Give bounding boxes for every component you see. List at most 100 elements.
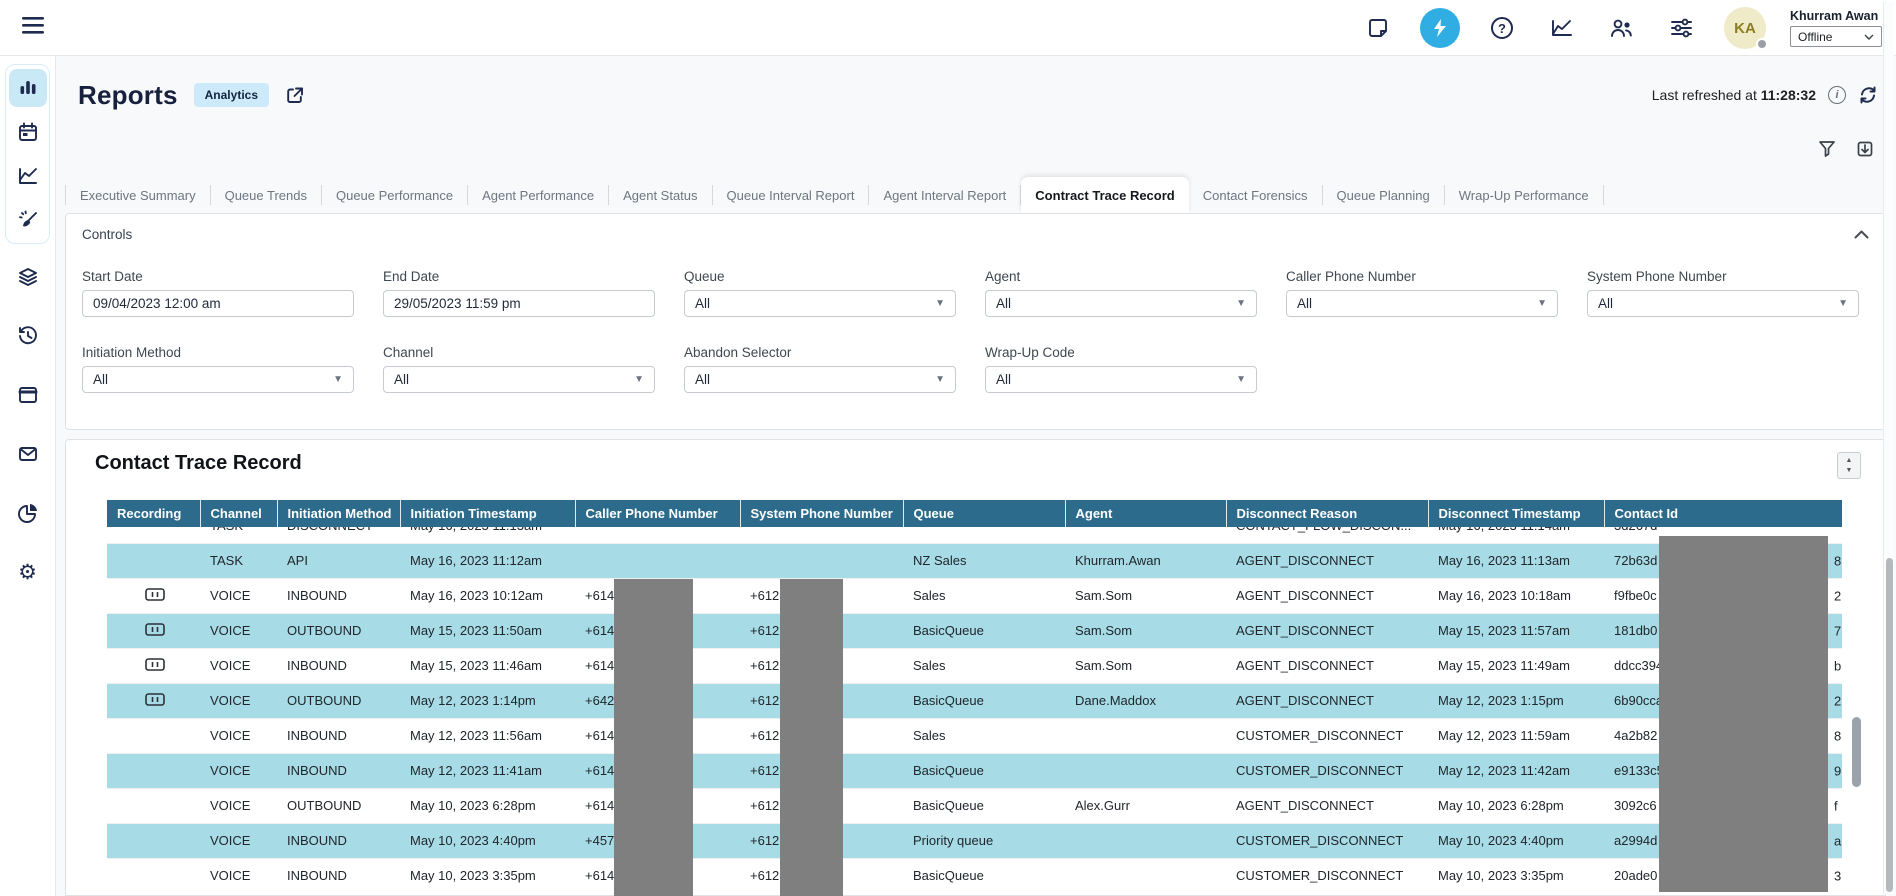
table-scrollbar[interactable] bbox=[1852, 545, 1861, 896]
col-disconnect-timestamp[interactable]: Disconnect Timestamp bbox=[1428, 500, 1604, 527]
col-queue[interactable]: Queue bbox=[903, 500, 1065, 527]
contact-id-prefix: 3d267d bbox=[1614, 527, 1657, 533]
preferences-sliders-icon[interactable] bbox=[1664, 10, 1700, 46]
info-icon[interactable]: i bbox=[1828, 86, 1846, 104]
agent-select[interactable]: All▼ bbox=[985, 290, 1257, 317]
spinner-up-icon[interactable]: ▲ bbox=[1846, 457, 1853, 464]
table-row[interactable]: VOICEOUTBOUNDMay 10, 2023 6:28pm+614+612… bbox=[107, 788, 1842, 823]
refresh-icon[interactable] bbox=[1858, 85, 1878, 105]
table-row[interactable]: VOICEINBOUNDMay 15, 2023 11:46am+614+612… bbox=[107, 648, 1842, 683]
tab-executive-summary[interactable]: Executive Summary bbox=[66, 177, 210, 213]
directory-people-icon[interactable] bbox=[1604, 10, 1640, 46]
sidebar-item-history[interactable] bbox=[9, 317, 47, 355]
tab-queue-performance[interactable]: Queue Performance bbox=[322, 177, 467, 213]
last-refreshed-time: 11:28:32 bbox=[1761, 87, 1816, 103]
table-scrollbar-thumb[interactable] bbox=[1852, 717, 1861, 787]
col-initiation-method[interactable]: Initiation Method bbox=[277, 500, 400, 527]
table-row[interactable]: VOICEINBOUNDMay 12, 2023 11:41am+614+612… bbox=[107, 753, 1842, 788]
tab-agent-performance[interactable]: Agent Performance bbox=[468, 177, 608, 213]
spinner-down-icon[interactable]: ▼ bbox=[1846, 467, 1853, 474]
wrap-up-code-select[interactable]: All▼ bbox=[985, 366, 1257, 393]
last-refreshed-text: Last refreshed at 11:28:32 bbox=[1652, 87, 1816, 103]
col-initiation-timestamp[interactable]: Initiation Timestamp bbox=[400, 500, 575, 527]
table-row[interactable]: VOICEINBOUNDMay 10, 2023 3:35pm+614+612B… bbox=[107, 858, 1842, 893]
col-caller-phone[interactable]: Caller Phone Number bbox=[575, 500, 740, 527]
cell-system-phone: +612 bbox=[740, 613, 903, 648]
table-row[interactable]: VOICEINBOUNDMay 12, 2023 11:56am+614+612… bbox=[107, 718, 1842, 753]
sidebar-item-mail[interactable] bbox=[9, 435, 47, 473]
recording-icon[interactable] bbox=[145, 623, 165, 636]
cell-caller-phone: +614 bbox=[575, 858, 740, 893]
sidebar-item-pie-chart[interactable] bbox=[9, 494, 47, 532]
window-scrollbar[interactable] bbox=[1883, 2, 1894, 894]
mail-icon bbox=[17, 443, 39, 465]
field-label: Start Date bbox=[82, 269, 354, 284]
cell-caller-phone: +614 bbox=[575, 753, 740, 788]
table-row[interactable]: TASKAPIMay 16, 2023 11:12amNZ SalesKhurr… bbox=[107, 543, 1842, 578]
hamburger-menu-icon[interactable] bbox=[22, 17, 46, 38]
download-icon[interactable] bbox=[1856, 140, 1874, 158]
table-row[interactable]: VOICEINBOUNDMay 16, 2023 10:12am+614+612… bbox=[107, 578, 1842, 613]
col-channel[interactable]: Channel bbox=[200, 500, 277, 527]
contact-id-prefix: 72b63d bbox=[1614, 553, 1657, 568]
initiation-method-select[interactable]: All▼ bbox=[82, 366, 354, 393]
tab-queue-planning[interactable]: Queue Planning bbox=[1323, 177, 1444, 213]
notes-icon[interactable] bbox=[1360, 10, 1396, 46]
external-link-icon[interactable] bbox=[285, 86, 304, 105]
cell-caller-phone: +614 bbox=[575, 613, 740, 648]
sidebar-item-settings[interactable]: ⚙ bbox=[9, 553, 47, 591]
cell-system-phone: +612 bbox=[740, 788, 903, 823]
col-recording[interactable]: Recording bbox=[107, 500, 200, 527]
table-row[interactable]: VOICEOUTBOUNDMay 12, 2023 1:14pm+642+612… bbox=[107, 683, 1842, 718]
cell-agent: Dane.Maddox bbox=[1065, 683, 1226, 718]
abandon-selector-select[interactable]: All▼ bbox=[684, 366, 956, 393]
caller-phone-select[interactable]: All▼ bbox=[1286, 290, 1558, 317]
sidebar-item-reports[interactable] bbox=[9, 69, 47, 107]
recording-icon[interactable] bbox=[145, 588, 165, 601]
tab-contact-forensics[interactable]: Contact Forensics bbox=[1189, 177, 1322, 213]
recording-icon[interactable] bbox=[145, 658, 165, 671]
sidebar-item-window[interactable] bbox=[9, 376, 47, 414]
quick-actions-lightning-icon[interactable] bbox=[1420, 8, 1460, 48]
cell-system-phone: +612 bbox=[740, 578, 903, 613]
collapse-chevron-up-icon[interactable] bbox=[1854, 230, 1869, 239]
col-agent[interactable]: Agent bbox=[1065, 500, 1226, 527]
system-phone-select[interactable]: All▼ bbox=[1587, 290, 1859, 317]
cell-contact-id: 3d267d bbox=[1604, 527, 1842, 543]
cell-caller-phone: +642 bbox=[575, 683, 740, 718]
channel-select[interactable]: All▼ bbox=[383, 366, 655, 393]
table-row[interactable]: TASKDISCONNECTMay 16, 2023 11:13amCONTAC… bbox=[107, 527, 1842, 543]
cell-caller-phone bbox=[575, 543, 740, 578]
status-select[interactable]: Offline bbox=[1790, 26, 1882, 47]
sidebar-item-analytics[interactable] bbox=[9, 157, 47, 195]
tab-wrap-up-performance[interactable]: Wrap-Up Performance bbox=[1445, 177, 1603, 213]
tab-contract-trace-record[interactable]: Contract Trace Record bbox=[1021, 177, 1188, 213]
table-row[interactable]: VOICEOUTBOUNDMay 15, 2023 11:50am+614+61… bbox=[107, 613, 1842, 648]
field-agent: Agent All▼ bbox=[985, 269, 1257, 317]
cell-system-phone: +612 bbox=[740, 823, 903, 858]
tab-queue-trends[interactable]: Queue Trends bbox=[211, 177, 321, 213]
row-spinner[interactable]: ▲▼ bbox=[1837, 452, 1861, 479]
col-contact-id[interactable]: Contact Id bbox=[1604, 500, 1842, 527]
sidebar-item-design[interactable] bbox=[9, 201, 47, 239]
help-icon[interactable]: ? bbox=[1484, 10, 1520, 46]
queue-select[interactable]: All▼ bbox=[684, 290, 956, 317]
avatar[interactable]: KA bbox=[1724, 7, 1766, 49]
window-scrollbar-thumb[interactable] bbox=[1886, 558, 1893, 892]
tab-queue-interval-report[interactable]: Queue Interval Report bbox=[713, 177, 869, 213]
sidebar-item-layers[interactable] bbox=[9, 258, 47, 296]
chevron-down-icon: ▼ bbox=[935, 298, 945, 309]
user-block: Khurram Awan Offline bbox=[1790, 9, 1886, 47]
metrics-icon[interactable] bbox=[1544, 10, 1580, 46]
start-date-input[interactable] bbox=[82, 290, 354, 317]
col-disconnect-reason[interactable]: Disconnect Reason bbox=[1226, 500, 1428, 527]
recording-icon[interactable] bbox=[145, 693, 165, 706]
table-row[interactable]: VOICEINBOUNDMay 10, 2023 4:40pm+457+612P… bbox=[107, 823, 1842, 858]
tab-agent-interval-report[interactable]: Agent Interval Report bbox=[869, 177, 1020, 213]
filter-icon[interactable] bbox=[1818, 140, 1836, 158]
sidebar-item-schedule[interactable] bbox=[9, 113, 47, 151]
cell-initiation-method: INBOUND bbox=[277, 578, 400, 613]
col-system-phone[interactable]: System Phone Number bbox=[740, 500, 903, 527]
tab-agent-status[interactable]: Agent Status bbox=[609, 177, 711, 213]
end-date-input[interactable] bbox=[383, 290, 655, 317]
